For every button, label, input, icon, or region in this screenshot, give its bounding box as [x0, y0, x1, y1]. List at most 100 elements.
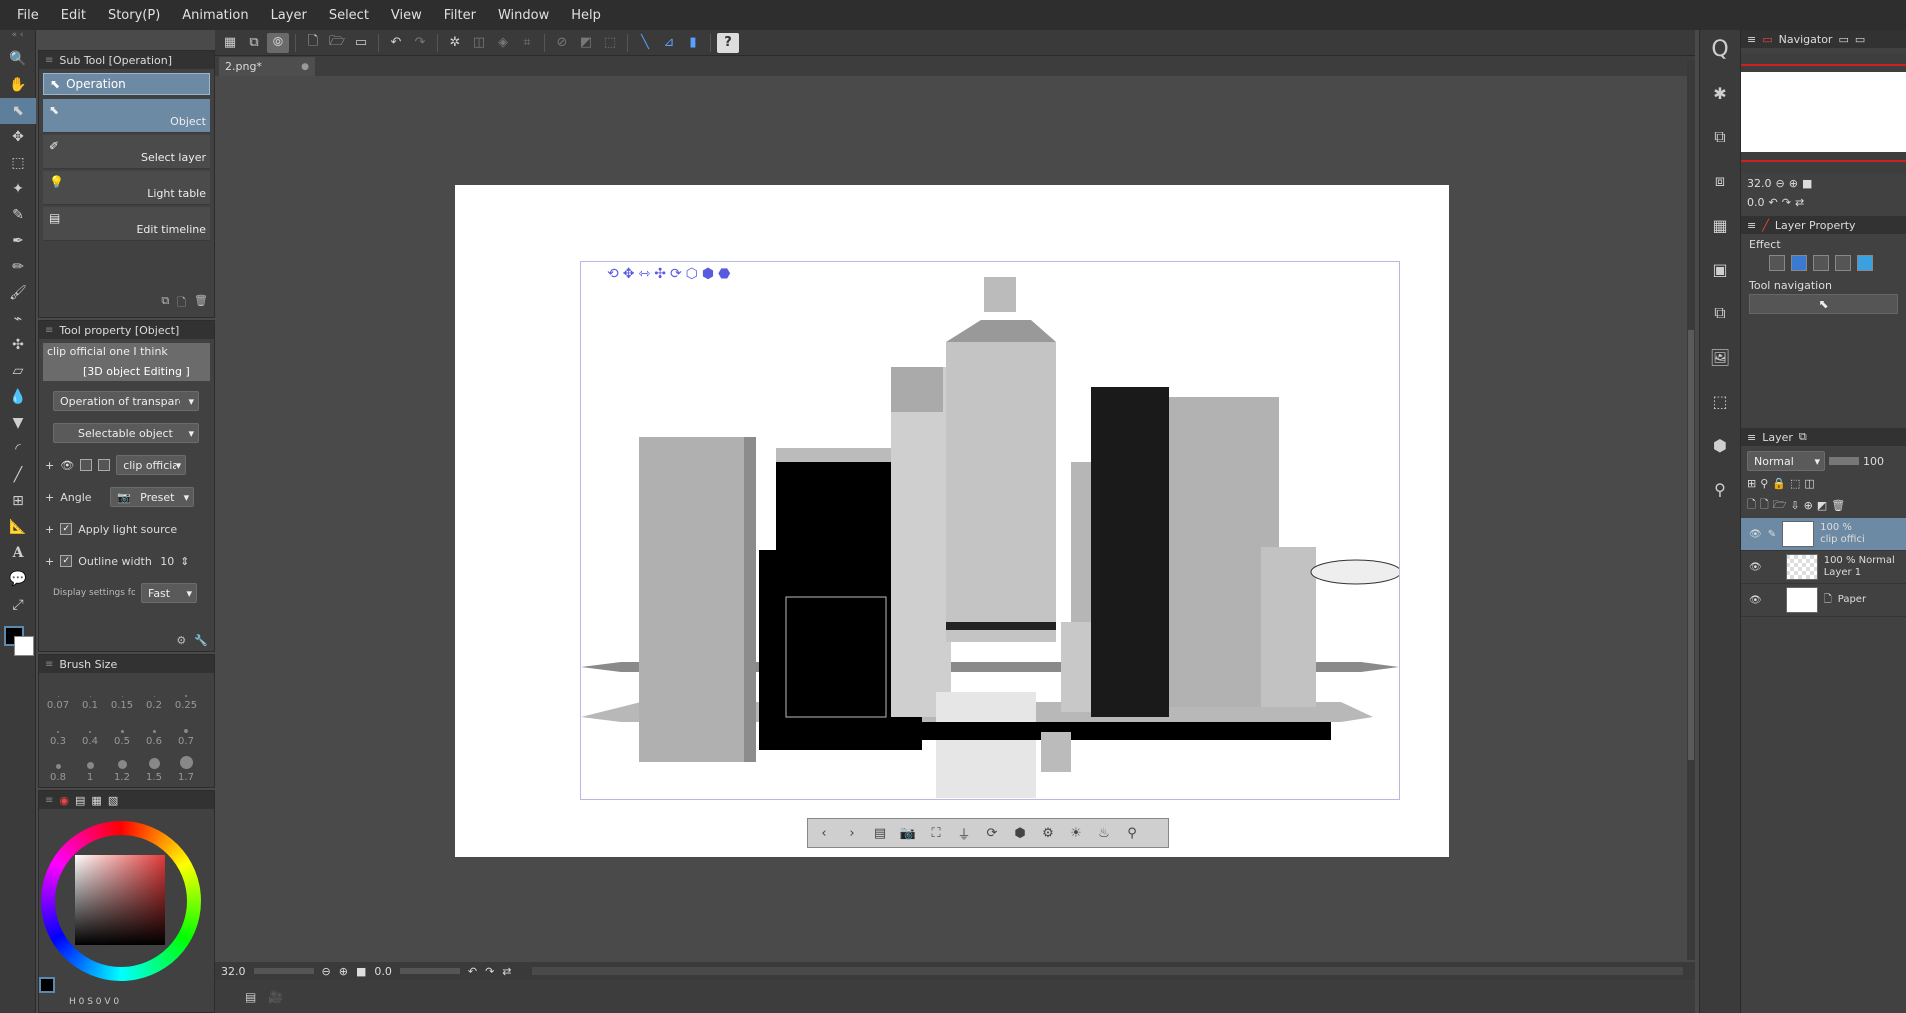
grid-icon[interactable]: ▦ — [219, 33, 241, 53]
material-figure-icon[interactable]: ⚲ — [1700, 470, 1740, 508]
navigator-zoom[interactable]: 32.0 — [1747, 177, 1772, 190]
zoom-tool-icon[interactable]: 🔍 — [0, 46, 36, 72]
rotate-left-icon[interactable]: ↶ — [468, 965, 477, 978]
clip-studio-icon[interactable]: ⦾ — [267, 32, 289, 53]
main-color-swatch[interactable] — [39, 977, 55, 993]
blend-tool-icon[interactable]: 💧 — [0, 384, 36, 410]
visibility-eye-icon[interactable]: 👁 — [60, 459, 74, 472]
brush-size-option[interactable]: 1.2 — [107, 751, 137, 783]
menu-file[interactable]: File — [6, 8, 50, 23]
brush-size-option[interactable]: 0.3 — [43, 715, 73, 747]
new-file-icon[interactable]: 🗋 — [302, 33, 324, 53]
layout-icon[interactable]: ⧉ — [243, 33, 265, 53]
material-brush-icon[interactable]: ⬚ — [1700, 382, 1740, 420]
clip-layer-icon[interactable]: ⊞ — [1747, 477, 1756, 490]
fit-icon[interactable]: ■ — [356, 965, 366, 978]
subtool-object[interactable]: ⬉ Object — [43, 99, 210, 133]
menu-filter[interactable]: Filter — [433, 8, 487, 23]
selection-tool-icon[interactable]: ⬚ — [0, 150, 36, 176]
stepper-icon[interactable]: ⇕ — [180, 555, 189, 568]
grip-icon[interactable]: ≡ — [45, 55, 53, 66]
brush-size-option[interactable]: 1 — [75, 751, 105, 783]
menu-story[interactable]: Story(P) — [97, 8, 171, 23]
transparent-operation-dropdown[interactable]: Operation of transparent part ▾ — [53, 391, 199, 411]
menu-window[interactable]: Window — [487, 8, 560, 23]
expand-icon[interactable]: + — [45, 523, 54, 536]
expand-icon[interactable]: + — [45, 555, 54, 568]
visibility-eye-icon[interactable]: 👁 — [1749, 529, 1762, 540]
pose-icon[interactable]: ♨ — [1092, 822, 1116, 844]
color-wheel-tab-icon[interactable]: ◉ — [59, 794, 69, 807]
color-set-tab-icon[interactable]: ▦ — [91, 794, 101, 807]
figure-tool-icon[interactable]: ╱ — [0, 462, 36, 488]
merge-down-icon[interactable]: ⊕ — [1804, 499, 1813, 512]
lock-alpha-icon[interactable]: ⬚ — [1790, 477, 1800, 490]
visibility-eye-icon[interactable]: 👁 — [1749, 595, 1762, 606]
brush-size-option[interactable]: 1.5 — [139, 751, 169, 783]
snap-icon[interactable]: ▮ — [682, 33, 704, 53]
history-tab-icon[interactable]: ▧ — [108, 794, 118, 807]
menu-edit[interactable]: Edit — [50, 8, 97, 23]
wrench-icon[interactable]: 🔧 — [194, 634, 208, 647]
zoom-in-icon[interactable]: ⊕ — [1789, 177, 1798, 190]
settings-icon[interactable]: ⚙ — [176, 634, 186, 647]
gradient-tool-icon[interactable]: ◜ — [0, 436, 36, 462]
new-vector-layer-icon[interactable]: 🗋 — [1760, 496, 1769, 515]
figure-icon[interactable]: ⚲ — [1120, 822, 1144, 844]
brush-size-option[interactable]: 0.15 — [107, 679, 137, 711]
brush-size-option[interactable]: 0.7 — [171, 715, 201, 747]
object-dropdown[interactable]: clip official o ▾ — [116, 455, 187, 475]
grip-icon[interactable]: ≡ — [45, 659, 53, 670]
search-icon[interactable]: Q — [1700, 30, 1740, 68]
brush-size-option[interactable]: 0.2 — [139, 679, 169, 711]
menu-view[interactable]: View — [380, 8, 433, 23]
balloon-tool-icon[interactable]: 💬 — [0, 566, 36, 592]
layer-property-tab-icon[interactable]: ╱ — [1762, 219, 1769, 232]
undo-icon[interactable]: ↶ — [385, 33, 407, 53]
color-wheel[interactable] — [41, 821, 201, 981]
edit-pen-icon[interactable]: ✎ — [1768, 529, 1776, 540]
lighting-icon[interactable]: ☀ — [1064, 822, 1088, 844]
tool-navigation-button[interactable]: ⬉ — [1749, 294, 1898, 314]
brush-size-option[interactable]: 0.4 — [75, 715, 105, 747]
copy-subtool-icon[interactable]: ⧉ — [161, 294, 169, 313]
ruler-icon[interactable]: ╲ — [634, 33, 656, 53]
tone-effect-icon[interactable] — [1813, 255, 1829, 271]
pencil-tool-icon[interactable]: ✏ — [0, 254, 36, 280]
pen-tool-icon[interactable]: ✒ — [0, 228, 36, 254]
brush-size-option[interactable]: 0.25 — [171, 679, 201, 711]
layer-color-icon[interactable] — [1791, 255, 1807, 271]
layer-row-3d[interactable]: 👁 ✎ 100 % clip offici — [1741, 518, 1906, 551]
rotate-left-icon[interactable]: ↶ — [1769, 196, 1778, 209]
material-object-icon[interactable]: ⧈ — [1700, 162, 1740, 200]
subtool-select-layer[interactable]: ✐ Select layer — [43, 135, 210, 169]
fit-icon[interactable]: ■ — [1802, 177, 1812, 190]
open-folder-icon[interactable]: 🗁 — [326, 33, 348, 53]
extract-line-icon[interactable] — [1835, 255, 1851, 271]
save-icon[interactable]: ▭ — [350, 33, 372, 53]
previous-icon[interactable]: ‹ — [812, 822, 836, 844]
flip-icon[interactable]: ⇄ — [502, 965, 511, 978]
invert-icon[interactable]: ◩ — [575, 33, 597, 53]
object-check-1[interactable] — [80, 459, 93, 471]
scroll-thumb[interactable] — [1688, 330, 1694, 760]
expand-icon[interactable]: + — [45, 459, 54, 472]
expand-icon[interactable]: + — [45, 491, 54, 504]
angle-preset-dropdown[interactable]: 📷 Preset ▾ — [110, 487, 195, 507]
apply-light-checkbox[interactable]: ✓ — [60, 523, 73, 535]
new-raster-layer-icon[interactable]: 🗋 — [1747, 496, 1756, 515]
grip-icon[interactable]: ≡ — [45, 795, 53, 806]
flip-icon[interactable]: ⇄ — [1795, 196, 1804, 209]
menu-animation[interactable]: Animation — [171, 8, 259, 23]
material-shape-icon[interactable]: ⬢ — [1700, 426, 1740, 464]
opacity-value[interactable]: 100 — [1863, 455, 1884, 468]
navigator-preview[interactable] — [1741, 54, 1906, 174]
vertical-scrollbar[interactable] — [1687, 60, 1695, 960]
angle-slider[interactable] — [399, 968, 460, 974]
redo-icon[interactable]: ↷ — [409, 33, 431, 53]
fill-icon[interactable]: ◈ — [492, 33, 514, 53]
layer-row-paper[interactable]: 👁 🗋 Paper — [1741, 584, 1906, 617]
help-icon[interactable]: ? — [717, 32, 739, 53]
delete-subtool-icon[interactable]: 🗑 — [194, 294, 208, 313]
navigator-angle[interactable]: 0.0 — [1747, 196, 1765, 209]
